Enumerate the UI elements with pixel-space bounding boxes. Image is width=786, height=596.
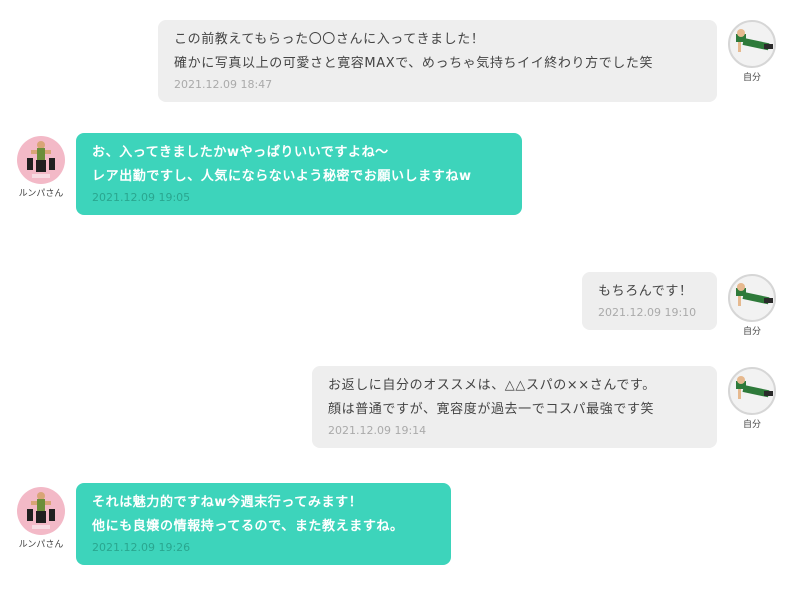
message-text: 他にも良嬢の情報持ってるので、また教えますね。 <box>92 519 404 534</box>
message-text: それは魅力的ですねw今週末行ってみます！ <box>92 495 363 510</box>
message-bubble-me: もちろんです！ 2021.12.09 19:10 <box>582 272 717 330</box>
avatar-name: 自分 <box>742 420 761 430</box>
message-bubble-me: この前教えてもらった〇〇さんに入ってきました！ 確かに写真以上の可愛さと寛容MA… <box>158 20 717 102</box>
message-bubble-me: お返しに自分のオススメは、△△スパの××さんです。 顔は普通ですが、寛容度が過去… <box>312 366 717 448</box>
message-text: お、入ってきましたかwやっぱりいいですよね〜 <box>92 145 389 160</box>
muscle-man-icon <box>17 487 65 535</box>
message-text: 確かに写真以上の可愛さと寛容MAXで、めっちゃ気持ちイイ終わり方でした笑 <box>174 56 654 71</box>
avatar-name: 自分 <box>742 327 761 337</box>
avatar-me[interactable]: 自分 <box>726 20 778 83</box>
message-text: レア出勤ですし、人気にならないよう秘密でお願いしますねw <box>92 169 472 184</box>
avatar-me[interactable]: 自分 <box>726 367 778 430</box>
plank-man-icon <box>728 20 776 68</box>
avatar-me[interactable]: 自分 <box>726 274 778 337</box>
message-text: この前教えてもらった〇〇さんに入ってきました！ <box>174 32 485 47</box>
avatar-name: ルンパさん <box>18 540 64 550</box>
message-text: お返しに自分のオススメは、△△スパの××さんです。 <box>328 378 656 393</box>
message-timestamp: 2021.12.09 19:26 <box>92 541 191 554</box>
muscle-man-icon <box>17 136 65 184</box>
avatar-them[interactable]: ルンパさん <box>15 136 67 199</box>
plank-man-icon <box>728 274 776 322</box>
message-bubble-them: お、入ってきましたかwやっぱりいいですよね〜 レア出勤ですし、人気にならないよう… <box>76 133 522 215</box>
message-timestamp: 2021.12.09 18:47 <box>174 78 273 91</box>
avatar-name: 自分 <box>742 73 761 83</box>
message-bubble-them: それは魅力的ですねw今週末行ってみます！ 他にも良嬢の情報持ってるので、また教え… <box>76 483 451 565</box>
message-text: もちろんです！ <box>598 284 693 299</box>
message-text: 顔は普通ですが、寛容度が過去一でコスパ最強です笑 <box>328 402 655 417</box>
avatar-them[interactable]: ルンパさん <box>15 487 67 550</box>
avatar-name: ルンパさん <box>18 189 64 199</box>
plank-man-icon <box>728 367 776 415</box>
message-timestamp: 2021.12.09 19:10 <box>598 306 697 319</box>
message-timestamp: 2021.12.09 19:14 <box>328 424 427 437</box>
message-timestamp: 2021.12.09 19:05 <box>92 191 191 204</box>
